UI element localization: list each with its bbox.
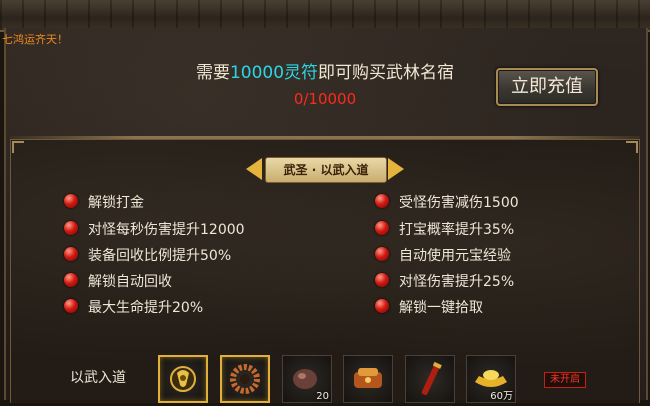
requirement-amount: 10000灵符 [229, 63, 319, 83]
reward-slot[interactable] [343, 355, 393, 403]
gold-emblem-icon [170, 366, 196, 392]
feature-label: 解锁打金 [88, 195, 144, 211]
feature-label: 自动使用元宝经验 [399, 248, 511, 264]
red-orb-bullet-icon [375, 247, 389, 261]
reward-slot[interactable] [405, 355, 455, 403]
feature-label: 最大生命提升20% [88, 300, 204, 316]
requirement-suffix: 即可购买武林名宿 [318, 63, 455, 83]
reward-slot[interactable]: 60万 [466, 355, 516, 403]
red-scroll-icon [421, 361, 442, 396]
feature-label: 对怪每秒伤害提升12000 [88, 222, 245, 238]
red-orb-bullet-icon [375, 299, 389, 313]
red-orb-bullet-icon [64, 273, 78, 287]
previous-tier-arrow-icon[interactable] [246, 158, 262, 180]
reward-slot[interactable] [158, 355, 208, 403]
item-count: 20 [316, 391, 329, 402]
red-orb-bullet-icon [64, 299, 78, 313]
requirement-prefix: 需要 [195, 63, 230, 83]
red-orb-bullet-icon [64, 194, 78, 208]
divider [10, 136, 640, 139]
corner-ornament [12, 141, 24, 153]
status-badge: 未开启 [544, 372, 586, 388]
feature-label: 解锁自动回收 [88, 274, 172, 290]
feature-label: 受怪伤害减伤1500 [399, 195, 519, 211]
feature-label: 对怪伤害提升25% [399, 274, 515, 290]
bead-ring-icon [230, 364, 260, 394]
item-count: 60万 [490, 391, 513, 402]
red-orb-bullet-icon [375, 273, 389, 287]
red-orb-bullet-icon [375, 221, 389, 235]
treasure-bundle-icon [354, 368, 382, 388]
recharge-button[interactable]: 立即充值 [496, 68, 598, 106]
red-orb-bullet-icon [64, 221, 78, 235]
next-tier-arrow-icon[interactable] [388, 158, 404, 180]
corner-ornament [626, 141, 638, 153]
tier-title: 武圣 · 以武入道 [265, 157, 387, 183]
red-orb-bullet-icon [64, 247, 78, 261]
scrolling-ticker: 七鸿运齐天！ [2, 33, 68, 46]
reward-row-label: 以武入道 [70, 370, 126, 386]
reward-slot[interactable]: 20 [282, 355, 332, 403]
feature-label: 解锁一键拾取 [399, 300, 483, 316]
feature-label: 装备回收比例提升50% [88, 248, 232, 264]
feature-label: 打宝概率提升35% [399, 222, 515, 238]
red-orb-bullet-icon [375, 194, 389, 208]
reward-slot[interactable] [220, 355, 270, 403]
